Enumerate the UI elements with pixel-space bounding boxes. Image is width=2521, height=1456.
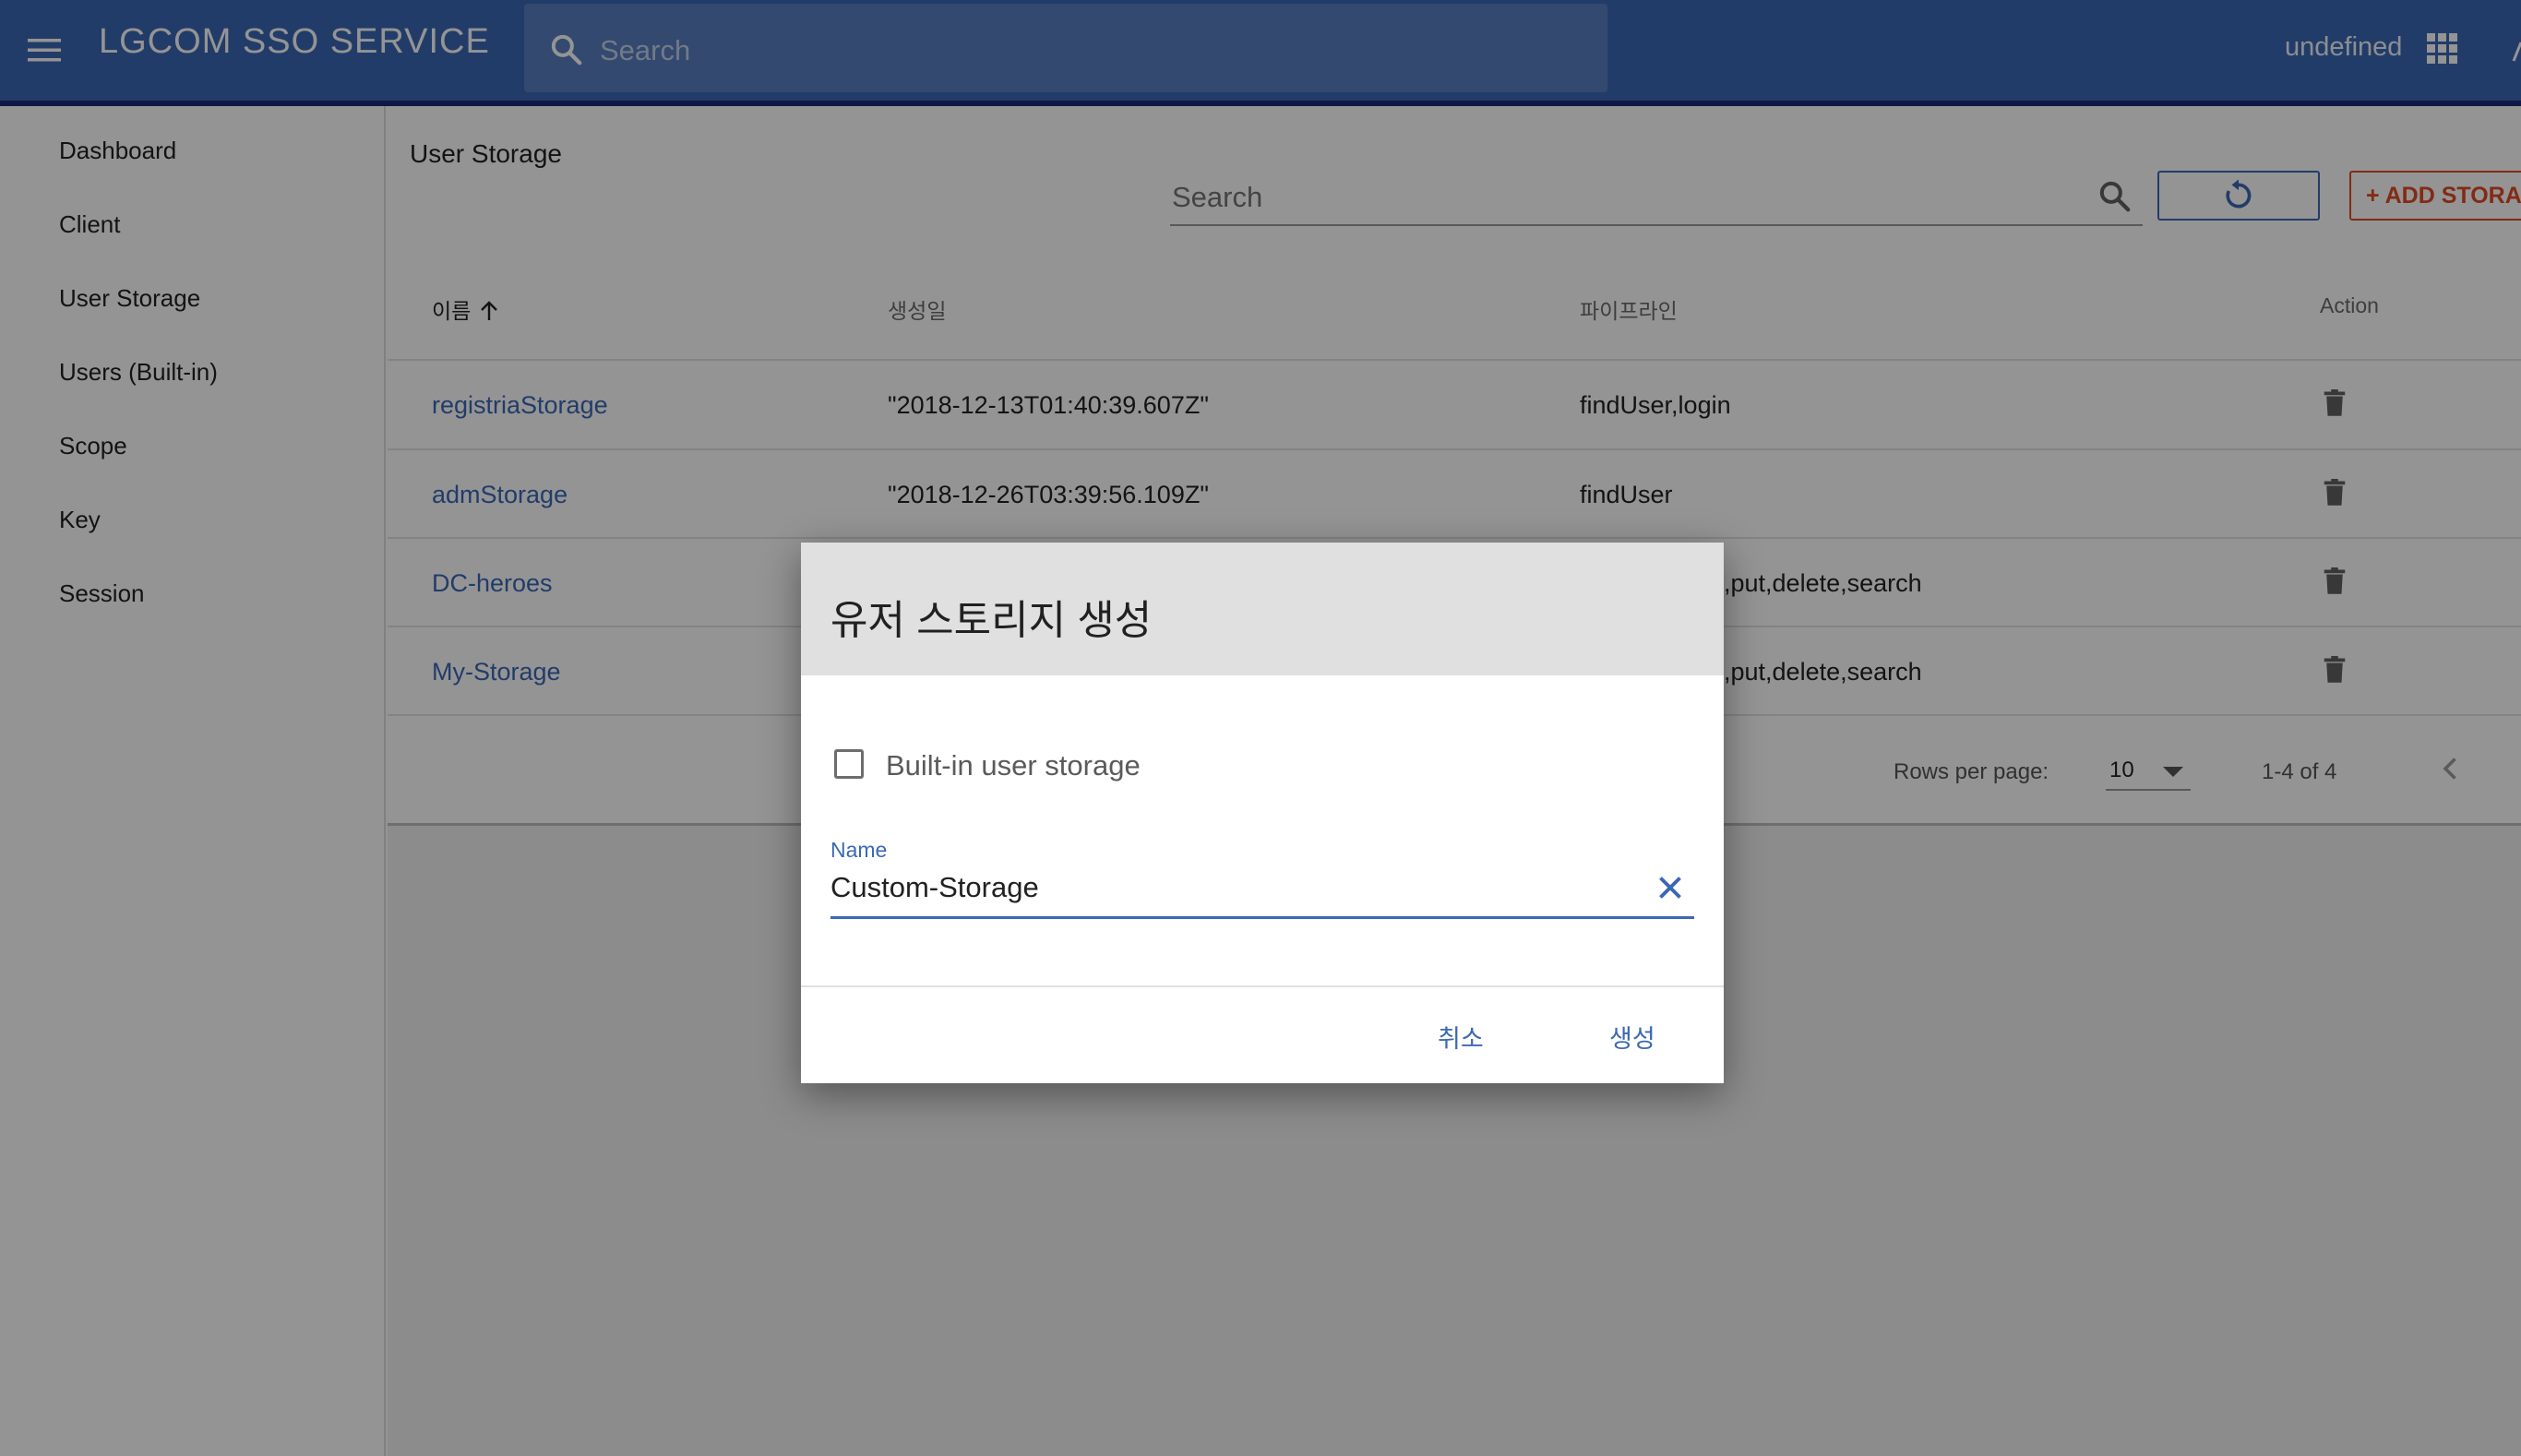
name-field[interactable] <box>830 867 1661 908</box>
dialog-header: 유저 스토리지 생성 <box>801 543 1724 675</box>
built-in-storage-checkbox[interactable] <box>834 749 864 779</box>
cancel-button[interactable]: 취소 <box>1421 1017 1500 1063</box>
name-field-label: Name <box>830 838 888 862</box>
create-storage-dialog: 유저 스토리지 생성 Built-in user storage Name 취소… <box>801 543 1724 1083</box>
built-in-storage-checkbox-label[interactable]: Built-in user storage <box>886 749 1141 782</box>
create-button[interactable]: 생성 <box>1593 1017 1672 1063</box>
clear-icon[interactable] <box>1654 871 1687 904</box>
dialog-actions-divider <box>801 985 1724 987</box>
dialog-title: 유저 스토리지 생성 <box>830 598 1153 643</box>
name-field-underline <box>830 916 1694 919</box>
